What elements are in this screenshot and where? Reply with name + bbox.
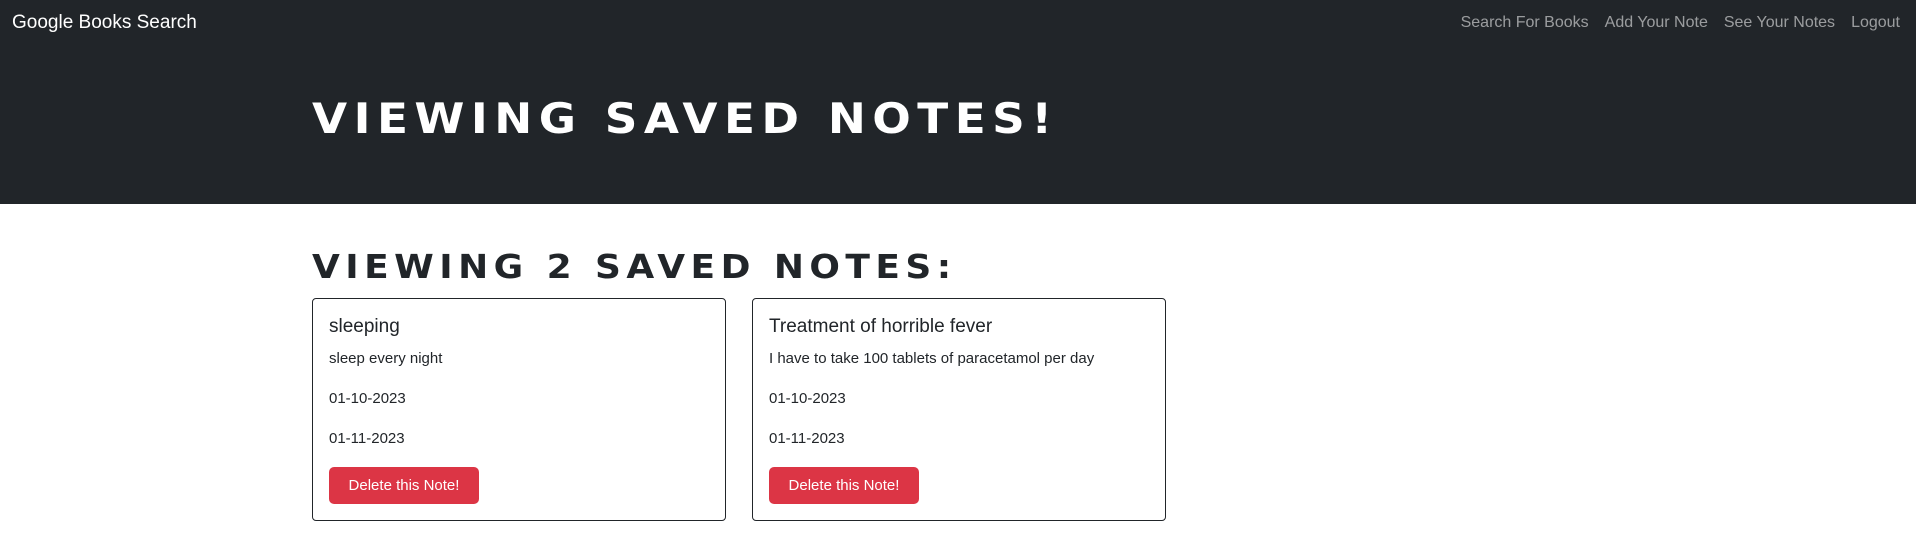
note-card: Treatment of horrible fever I have to ta… (752, 298, 1166, 521)
note-title: Treatment of horrible fever (769, 316, 993, 337)
note-date: 01-11-2023 (329, 430, 405, 447)
nav-link-search-books[interactable]: Search For Books (1461, 14, 1589, 32)
note-date: 01-10-2023 (329, 390, 406, 407)
note-title: sleeping (329, 316, 400, 337)
note-date: 01-10-2023 (769, 390, 846, 407)
saved-notes-heading: VIEWING 2 SAVED NOTES: (312, 247, 957, 286)
brand-link[interactable]: Google Books Search (12, 12, 197, 34)
nav-links: Search For Books Add Your Note See Your … (1461, 14, 1900, 32)
nav-link-add-note[interactable]: Add Your Note (1605, 14, 1708, 32)
hero-banner: VIEWING SAVED NOTES! (0, 48, 1916, 204)
navbar: Google Books Search Search For Books Add… (0, 0, 1916, 48)
note-body: I have to take 100 tablets of paracetamo… (769, 350, 1095, 367)
delete-note-button[interactable]: Delete this Note! (769, 467, 919, 504)
note-body: sleep every night (329, 350, 443, 367)
page-title: VIEWING SAVED NOTES! (312, 94, 1059, 143)
nav-link-see-notes[interactable]: See Your Notes (1724, 14, 1835, 32)
delete-note-button[interactable]: Delete this Note! (329, 467, 479, 504)
note-date: 01-11-2023 (769, 430, 845, 447)
nav-link-logout[interactable]: Logout (1851, 14, 1900, 32)
note-card: sleeping sleep every night 01-10-2023 01… (312, 298, 726, 521)
